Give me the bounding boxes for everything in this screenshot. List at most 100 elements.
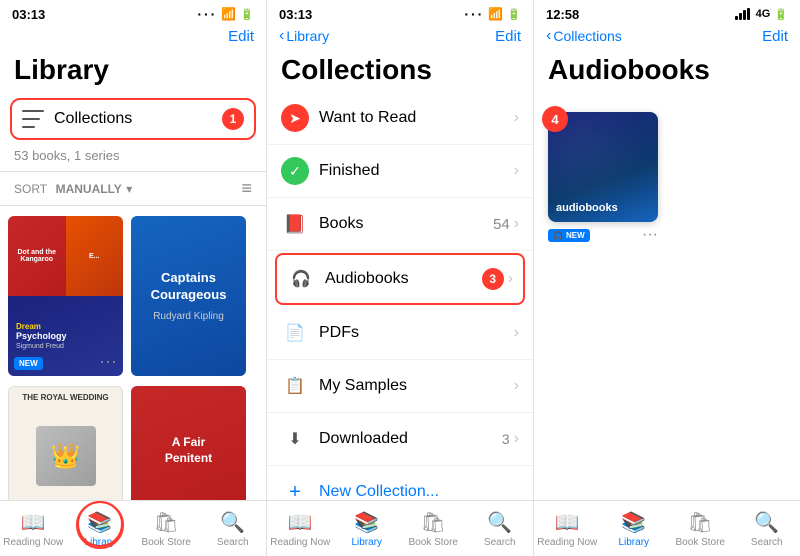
books-icon: 📕 bbox=[281, 210, 309, 238]
collection-pdfs[interactable]: 📄 PDFs › bbox=[267, 307, 533, 360]
collection-books[interactable]: 📕 Books 54 › bbox=[267, 198, 533, 251]
want-read-icon: ➤ bbox=[281, 104, 309, 132]
audiobooks-icon: 🎧 bbox=[287, 265, 315, 293]
header-3: ‹ Collections Edit bbox=[534, 24, 800, 50]
status-bar-1: 03:13 ··· 📶 🔋 bbox=[0, 0, 266, 24]
signal-bars-3 bbox=[735, 8, 750, 20]
book-dream[interactable]: Dot and the Kangaroo E... Dream Psycholo… bbox=[8, 216, 123, 376]
back-chevron-2: ‹ bbox=[279, 27, 284, 45]
battery-icon-2: 🔋 bbox=[507, 8, 521, 21]
menu-icon bbox=[22, 110, 44, 128]
sort-label: SORT MANUALLY ▾ bbox=[14, 180, 132, 198]
samples-label: My Samples bbox=[319, 377, 514, 395]
reading-now-icon-3: 📖 bbox=[555, 510, 580, 535]
downloaded-count: 3 bbox=[502, 431, 510, 447]
audiobook-card-1[interactable]: 4 audiobooks 🎧 NEW ··· bbox=[548, 112, 658, 244]
dots-icon-2: ··· bbox=[464, 6, 484, 22]
collection-list: ➤ Want to Read › ✓ Finished › 📕 Books 54… bbox=[267, 92, 533, 500]
audiobook-label-1: audiobooks bbox=[556, 202, 618, 214]
edit-button-3[interactable]: Edit bbox=[762, 28, 788, 45]
nav-reading-now-2[interactable]: 📖 Reading Now bbox=[267, 505, 334, 552]
captains-author: Rudyard Kipling bbox=[153, 311, 224, 322]
search-label-3: Search bbox=[751, 537, 783, 548]
nav-library-2[interactable]: 📚 Library bbox=[334, 505, 401, 552]
bottom-nav-2: 📖 Reading Now 📚 Library 🛍 Book Store 🔍 S… bbox=[267, 500, 533, 556]
sub-info: 53 books, 1 series bbox=[0, 146, 266, 171]
new-text-1: NEW bbox=[566, 231, 585, 240]
dots-icon-1: ··· bbox=[197, 6, 217, 22]
edit-button-2[interactable]: Edit bbox=[495, 28, 521, 45]
nav-bookstore-1[interactable]: 🛍 Book Store bbox=[133, 505, 200, 552]
sort-row: SORT MANUALLY ▾ ≡ bbox=[0, 171, 266, 206]
badge-2: 1 bbox=[222, 108, 244, 130]
back-button-3[interactable]: ‹ Collections bbox=[546, 27, 622, 45]
page-title-2: Collections bbox=[267, 50, 533, 92]
audio-new-badge-1: 🎧 NEW bbox=[548, 229, 590, 242]
nav-library-3[interactable]: 📚 Library bbox=[601, 505, 668, 552]
nav-search-1[interactable]: 🔍 Search bbox=[200, 505, 267, 552]
bottom-nav-3: 📖 Reading Now 📚 Library 🛍 Book Store 🔍 S… bbox=[534, 500, 800, 556]
bottom-nav-1: 📖 Reading Now 📚 Library 🛍 Book Store 🔍 S… bbox=[0, 500, 266, 556]
status-icons-1: ··· 📶 🔋 bbox=[197, 6, 254, 22]
downloaded-chevron: › bbox=[514, 430, 519, 448]
new-collection-label: New Collection... bbox=[319, 483, 519, 500]
collection-new[interactable]: + New Collection... bbox=[267, 466, 533, 500]
back-button-2[interactable]: ‹ Library bbox=[279, 27, 329, 45]
headphone-small-icon: 🎧 bbox=[553, 231, 563, 240]
nav-library-1[interactable]: 📚 Library bbox=[67, 505, 134, 552]
collection-want-read[interactable]: ➤ Want to Read › bbox=[267, 92, 533, 145]
books-row-1: Dot and the Kangaroo E... Dream Psycholo… bbox=[8, 216, 258, 376]
finished-chevron: › bbox=[514, 162, 519, 180]
pdfs-chevron: › bbox=[514, 324, 519, 342]
collection-samples[interactable]: 📋 My Samples › bbox=[267, 360, 533, 413]
nav-bookstore-3[interactable]: 🛍 Book Store bbox=[667, 505, 734, 552]
reading-now-label-2: Reading Now bbox=[270, 537, 330, 548]
more-button-1[interactable]: ··· bbox=[99, 351, 117, 372]
library-icon-3: 📚 bbox=[621, 510, 646, 535]
books-grid: Dot and the Kangaroo E... Dream Psycholo… bbox=[0, 206, 266, 500]
library-panel: 03:13 ··· 📶 🔋 Edit Library Collections 1… bbox=[0, 0, 267, 556]
audiobooks-grid: 4 audiobooks 🎧 NEW ··· bbox=[534, 92, 800, 500]
collections-item[interactable]: Collections 1 bbox=[10, 98, 256, 140]
books-count: 54 bbox=[493, 216, 510, 233]
books-row-2: THE ROYAL WEDDING 👑 A FairPenitent bbox=[8, 386, 258, 500]
new-badge-1: NEW bbox=[14, 357, 43, 370]
nav-bookstore-2[interactable]: 🛍 Book Store bbox=[400, 505, 467, 552]
book-captains[interactable]: CaptainsCourageous Rudyard Kipling bbox=[131, 216, 246, 376]
audiobooks-chevron: › bbox=[508, 270, 513, 288]
bookstore-icon-2: 🛍 bbox=[421, 510, 446, 535]
bookstore-icon-1: 🛍 bbox=[154, 510, 179, 535]
reading-now-label-1: Reading Now bbox=[3, 537, 63, 548]
library-label-2: Library bbox=[351, 537, 382, 548]
status-bar-2: 03:13 ··· 📶 🔋 bbox=[267, 0, 533, 24]
book-fair[interactable]: A FairPenitent bbox=[131, 386, 246, 500]
collection-audiobooks[interactable]: 🎧 Audiobooks 3 › bbox=[275, 253, 525, 305]
battery-icon-1: 🔋 bbox=[240, 8, 254, 21]
audiobook-footer-1: 🎧 NEW ··· bbox=[548, 226, 658, 244]
audiobook-cover-1: audiobooks bbox=[548, 112, 658, 222]
nav-reading-now-1[interactable]: 📖 Reading Now bbox=[0, 505, 67, 552]
bookstore-label-2: Book Store bbox=[409, 537, 458, 548]
sort-value: MANUALLY bbox=[56, 182, 122, 196]
nav-reading-now-3[interactable]: 📖 Reading Now bbox=[534, 505, 601, 552]
collection-finished[interactable]: ✓ Finished › bbox=[267, 145, 533, 198]
header-2: ‹ Library Edit bbox=[267, 24, 533, 50]
time-2: 03:13 bbox=[279, 7, 312, 22]
nav-search-3[interactable]: 🔍 Search bbox=[734, 505, 800, 552]
finished-icon: ✓ bbox=[281, 157, 309, 185]
bookstore-label-3: Book Store bbox=[676, 537, 725, 548]
want-read-label: Want to Read bbox=[319, 109, 514, 127]
new-collection-icon: + bbox=[281, 478, 309, 500]
grid-icon[interactable]: ≡ bbox=[241, 178, 252, 199]
search-label-2: Search bbox=[484, 537, 516, 548]
collections-panel: 03:13 ··· 📶 🔋 ‹ Library Edit Collections… bbox=[267, 0, 534, 556]
audio-more-button-1[interactable]: ··· bbox=[642, 226, 658, 244]
nav-search-2[interactable]: 🔍 Search bbox=[467, 505, 534, 552]
search-icon-3: 🔍 bbox=[754, 510, 779, 535]
edit-button-1[interactable]: Edit bbox=[228, 28, 254, 45]
page-title-1: Library bbox=[0, 50, 266, 92]
header-1: Edit bbox=[0, 24, 266, 50]
book-royal[interactable]: THE ROYAL WEDDING 👑 bbox=[8, 386, 123, 500]
royal-title: THE ROYAL WEDDING bbox=[22, 393, 108, 403]
collection-downloaded[interactable]: ⬇ Downloaded 3 › bbox=[267, 413, 533, 466]
